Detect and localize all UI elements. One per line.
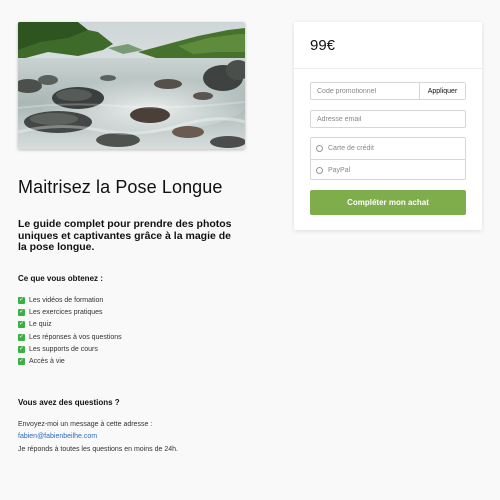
email-field[interactable]	[310, 110, 466, 128]
contact-block: Envoyez-moi un message à cette adresse :…	[18, 419, 178, 456]
benefit-label: Les vidéos de formation	[29, 296, 104, 304]
list-item: ✓ Les supports de cours	[18, 343, 122, 355]
payment-option-label: PayPal	[328, 166, 351, 174]
benefits-list: ✓ Les vidéos de formation ✓ Les exercices …	[18, 294, 122, 368]
radio-icon[interactable]	[316, 145, 323, 152]
check-box-icon: ✓	[18, 321, 25, 329]
price: 99€	[310, 37, 336, 54]
page-title: Maitrisez la Pose Longue	[18, 177, 223, 197]
check-box-icon: ✓	[18, 296, 25, 304]
long-exposure-river-photo	[18, 22, 245, 149]
benefit-label: Les exercices pratiques	[29, 308, 103, 316]
contact-response-time: Je réponds à toutes les questions en moi…	[18, 445, 178, 453]
payment-option-paypal[interactable]: PayPal	[311, 159, 465, 180]
list-item: ✓ Les réponses à vos questions	[18, 331, 122, 343]
contact-intro: Envoyez-moi un message à cette adresse :	[18, 421, 153, 428]
contact-email-link[interactable]: fabien@fabienbeilhe.com	[18, 431, 178, 443]
list-item: ✓ Les exercices pratiques	[18, 306, 122, 318]
apply-promo-button[interactable]: Appliquer	[419, 83, 465, 99]
list-item: ✓ Accès à vie	[18, 355, 122, 367]
promo-code-row: Appliquer	[310, 82, 466, 100]
benefit-label: Les supports de cours	[29, 345, 98, 353]
radio-icon[interactable]	[316, 166, 323, 174]
promo-code-input[interactable]	[311, 83, 419, 99]
list-item: ✓ Les vidéos de formation	[18, 294, 122, 306]
check-box-icon: ✓	[18, 358, 25, 366]
questions-heading: Vous avez des questions ?	[18, 398, 120, 407]
check-box-icon: ✓	[18, 333, 25, 341]
check-box-icon: ✓	[18, 308, 25, 316]
payment-option-label: Carte de crédit	[328, 145, 374, 152]
hero-image	[18, 22, 245, 149]
payment-option-credit-card[interactable]: Carte de crédit	[311, 138, 465, 159]
divider	[294, 68, 482, 69]
complete-purchase-button[interactable]: Compléter mon achat	[310, 190, 466, 215]
benefit-label: Accès à vie	[29, 358, 65, 366]
benefits-heading: Ce que vous obtenez :	[18, 274, 103, 283]
page-subtitle: Le guide complet pour prendre des photos…	[18, 218, 232, 253]
benefit-label: Les réponses à vos questions	[29, 333, 122, 341]
benefit-label: Le quiz	[29, 321, 52, 329]
check-box-icon: ✓	[18, 345, 25, 353]
list-item: ✓ Le quiz	[18, 319, 122, 331]
payment-method-group: Carte de crédit PayPal	[310, 137, 466, 180]
checkout-card: 99€ Appliquer Carte de crédit PayPal Com…	[294, 22, 482, 230]
